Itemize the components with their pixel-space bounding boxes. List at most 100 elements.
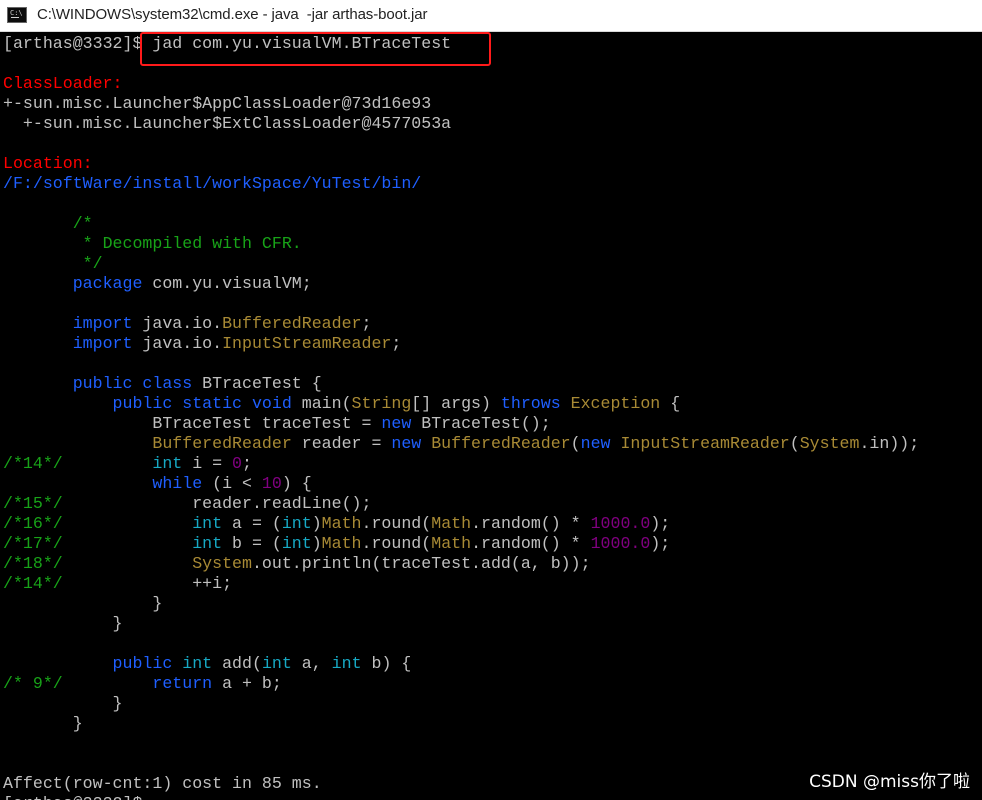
console-text-segment: /F:/softWare/install/workSpace/YuTest/bi…	[3, 174, 422, 193]
console-text-segment: 1000.0	[590, 534, 651, 553]
console-text-segment: return	[152, 674, 213, 693]
console-line: * Decompiled with CFR.	[3, 234, 302, 254]
console-line: BufferedReader reader = new BufferedRead…	[3, 434, 919, 454]
console-text-segment: BTraceTest();	[411, 414, 551, 433]
console-line: /* 9*/ return a + b;	[3, 674, 282, 694]
console-text-segment: InputStreamReader	[222, 334, 392, 353]
console-text-segment: new	[580, 434, 611, 453]
console-text-segment: new	[391, 434, 422, 453]
console-line: while (i < 10) {	[3, 474, 312, 494]
console-text-segment: add(	[212, 654, 262, 673]
console-line: Location:	[3, 154, 93, 174]
console-text-segment: reader.readLine();	[62, 494, 372, 513]
console-line: package com.yu.visualVM;	[3, 274, 312, 294]
console-line: public static void main(String[] args) t…	[3, 394, 681, 414]
console-text-segment: b) {	[361, 654, 412, 673]
console-text-segment: ++i;	[62, 574, 233, 593]
console-text-segment: /*14*/	[3, 454, 63, 473]
console-text-segment: public static void	[3, 394, 292, 413]
console-text-segment: /*17*/	[3, 534, 63, 553]
console-text-segment: BufferedReader	[222, 314, 362, 333]
console-line: }	[3, 614, 123, 634]
console-line: }	[3, 694, 123, 714]
console-text-segment	[63, 674, 153, 693]
console-line: BTraceTest traceTest = new BTraceTest();	[3, 414, 551, 434]
console-text-segment	[421, 434, 431, 453]
console-text-segment: (	[789, 434, 800, 453]
console-text-segment: .out.println(traceTest.add(a, b));	[251, 554, 591, 573]
watermark: CSDN @miss你了啦	[809, 772, 970, 792]
console-text-segment: int	[182, 654, 213, 673]
console-text-segment: public	[3, 654, 173, 673]
console-line: }	[3, 714, 83, 734]
console-text-segment	[63, 534, 192, 553]
window-titlebar: C:\WINDOWS\system32\cmd.exe - java -jar …	[0, 0, 982, 32]
console-text-segment: .round(	[361, 534, 432, 553]
console-text-segment: BTraceTest {	[192, 374, 322, 393]
console-text-segment: public class	[3, 374, 193, 393]
console-text-segment: .round(	[361, 514, 432, 533]
console-text-segment: /* 9*/	[3, 674, 63, 693]
console-text-segment	[63, 514, 192, 533]
console-text-segment: Math	[431, 534, 472, 553]
console-line: import java.io.BufferedReader;	[3, 314, 372, 334]
console-text-segment: Exception	[570, 394, 661, 413]
console-text-segment: );	[650, 534, 671, 553]
console-text-segment: ;	[361, 314, 372, 333]
console-text-segment: System	[192, 554, 252, 573]
console-line: ClassLoader:	[3, 74, 123, 94]
console-text-segment: package	[3, 274, 143, 293]
console-text-segment: import	[3, 334, 133, 353]
console-text-segment: ;	[391, 334, 402, 353]
console-text-segment: Math	[321, 514, 362, 533]
console-text-segment: {	[660, 394, 681, 413]
console-text-segment: [] args)	[411, 394, 501, 413]
console-text-segment: while	[3, 474, 203, 493]
console-text-segment: java.io.	[132, 334, 223, 353]
console-text-segment	[172, 654, 182, 673]
console-text-segment: )	[311, 514, 322, 533]
console-text-segment: * Decompiled with CFR.	[3, 234, 302, 253]
console-line: /*14*/ ++i;	[3, 574, 232, 594]
console-line: public int add(int a, int b) {	[3, 654, 412, 674]
console-line: import java.io.InputStreamReader;	[3, 334, 402, 354]
console-text-segment: BTraceTest traceTest =	[3, 414, 382, 433]
window-title: C:\WINDOWS\system32\cmd.exe - java -jar …	[37, 6, 428, 23]
console-line: /*15*/ reader.readLine();	[3, 494, 371, 514]
console-line: +-sun.misc.Launcher$ExtClassLoader@45770…	[3, 114, 451, 134]
console-text-segment: a + b;	[212, 674, 282, 693]
console-text-segment	[63, 454, 153, 473]
console-text-segment: new	[381, 414, 412, 433]
console-text-segment: Math	[321, 534, 362, 553]
console-text-segment: System	[799, 434, 860, 453]
console-text-segment: 1000.0	[590, 514, 651, 533]
console-text-segment: );	[650, 514, 671, 533]
console-line: /*16*/ int a = (int)Math.round(Math.rand…	[3, 514, 670, 534]
console-text-segment: int	[192, 534, 223, 553]
console-text-segment: /*16*/	[3, 514, 63, 533]
console-output[interactable]: [arthas@3332]$ jad com.yu.visualVM.BTrac…	[0, 32, 982, 800]
console-text-segment: [arthas@3332]$	[3, 34, 153, 53]
console-text-segment: }	[3, 614, 123, 633]
console-text-segment: Math	[431, 514, 472, 533]
console-text-segment: java.io.	[132, 314, 223, 333]
console-line: /*17*/ int b = (int)Math.round(Math.rand…	[3, 534, 670, 554]
console-text-segment	[561, 394, 571, 413]
console-line: }	[3, 594, 162, 614]
console-text-segment: int	[261, 654, 292, 673]
console-text-segment: Affect(row-cnt:1) cost in 85 ms.	[3, 774, 322, 793]
console-text-segment: 0	[232, 454, 243, 473]
console-text-segment: 10	[261, 474, 282, 493]
console-text-segment: String	[351, 394, 412, 413]
console-text-segment: /*14*/	[3, 574, 63, 593]
console-text-segment: ) {	[281, 474, 312, 493]
command-highlight-box	[140, 32, 491, 66]
console-text-segment	[610, 434, 620, 453]
console-text-segment	[63, 554, 192, 573]
console-line: /F:/softWare/install/workSpace/YuTest/bi…	[3, 174, 421, 194]
console-line: public class BTraceTest {	[3, 374, 322, 394]
console-text-segment: a,	[291, 654, 332, 673]
console-text-segment: )	[311, 534, 322, 553]
console-text-segment: i =	[182, 454, 233, 473]
console-text-segment: (i <	[202, 474, 262, 493]
